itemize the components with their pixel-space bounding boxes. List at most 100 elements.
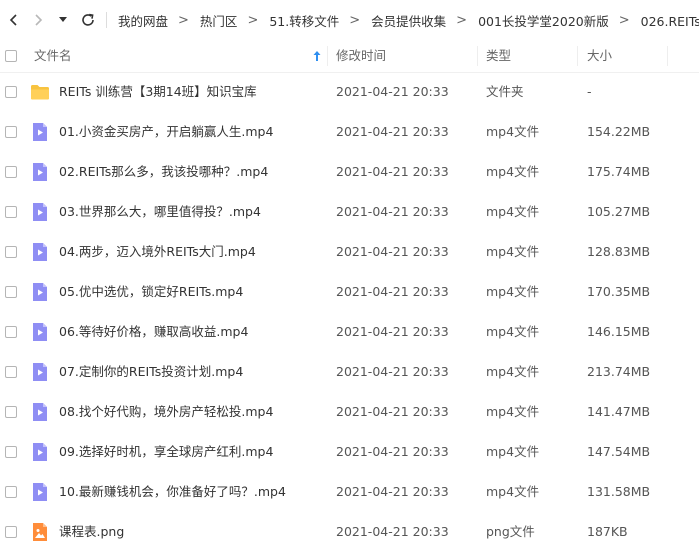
row-checkbox[interactable]: [5, 166, 17, 178]
navigation-bar: 我的网盘 > 热门区 > 51.转移文件 > 会员提供收集 > 001长投学堂2…: [0, 0, 699, 40]
breadcrumb-separator: >: [618, 12, 630, 28]
file-row[interactable]: REITs 训练营【3期14班】知识宝库 2021-04-21 20:33 文件…: [0, 72, 699, 112]
file-name[interactable]: 01.小资金买房产，开启躺赢人生.mp4: [59, 112, 273, 152]
file-modified-time: 2021-04-21 20:33: [336, 124, 449, 139]
file-name[interactable]: 05.优中选优，锁定好REITs.mp4: [59, 272, 243, 312]
file-name[interactable]: 07.定制你的REITs投资计划.mp4: [59, 352, 243, 392]
column-divider[interactable]: [577, 46, 578, 66]
column-divider[interactable]: [327, 46, 328, 66]
file-type: mp4文件: [486, 404, 540, 419]
image-file-icon: [33, 523, 47, 541]
file-type: mp4文件: [486, 204, 540, 219]
file-modified-time: 2021-04-21 20:33: [336, 364, 449, 379]
file-name[interactable]: 课程表.png: [59, 512, 124, 552]
column-header-type[interactable]: 类型: [486, 40, 511, 72]
file-row[interactable]: 04.两步，迈入境外REITs大门.mp4 2021-04-21 20:33 m…: [0, 232, 699, 272]
file-name[interactable]: 03.世界那么大，哪里值得投？.mp4: [59, 192, 261, 232]
sort-ascending-icon[interactable]: [310, 49, 324, 63]
breadcrumb-separator: >: [349, 12, 361, 28]
file-size: 131.58MB: [587, 484, 651, 499]
caret-down-icon: [59, 17, 67, 22]
file-name[interactable]: 08.找个好代购，境外房产轻松投.mp4: [59, 392, 273, 432]
file-row[interactable]: 03.世界那么大，哪里值得投？.mp4 2021-04-21 20:33 mp4…: [0, 192, 699, 232]
column-header-size[interactable]: 大小: [587, 40, 612, 72]
video-file-icon: [33, 403, 47, 421]
row-checkbox[interactable]: [5, 366, 17, 378]
breadcrumb: 我的网盘 > 热门区 > 51.转移文件 > 会员提供收集 > 001长投学堂2…: [118, 0, 699, 40]
column-divider[interactable]: [477, 46, 478, 66]
breadcrumb-item[interactable]: 热门区: [200, 11, 238, 30]
video-file-icon: [33, 123, 47, 141]
file-row[interactable]: 05.优中选优，锁定好REITs.mp4 2021-04-21 20:33 mp…: [0, 272, 699, 312]
video-file-icon: [33, 363, 47, 381]
file-type: mp4文件: [486, 324, 540, 339]
row-checkbox[interactable]: [5, 406, 17, 418]
file-list-header: 文件名 修改时间 类型 大小: [0, 40, 699, 73]
file-size: -: [587, 84, 592, 99]
file-row[interactable]: 09.选择好时机，享全球房产红利.mp4 2021-04-21 20:33 mp…: [0, 432, 699, 472]
row-checkbox[interactable]: [5, 486, 17, 498]
breadcrumb-item[interactable]: 51.转移文件: [269, 11, 339, 30]
column-header-modified[interactable]: 修改时间: [336, 40, 386, 72]
breadcrumb-item-current[interactable]: 026.REITs投资训练营2: [641, 11, 699, 30]
file-row[interactable]: 08.找个好代购，境外房产轻松投.mp4 2021-04-21 20:33 mp…: [0, 392, 699, 432]
file-name[interactable]: 06.等待好价格，赚取高收益.mp4: [59, 312, 248, 352]
forward-button[interactable]: [28, 10, 48, 30]
file-list: REITs 训练营【3期14班】知识宝库 2021-04-21 20:33 文件…: [0, 72, 699, 552]
row-checkbox[interactable]: [5, 446, 17, 458]
file-type: mp4文件: [486, 484, 540, 499]
column-divider[interactable]: [667, 46, 668, 66]
video-file-icon: [33, 283, 47, 301]
file-name[interactable]: 10.最新赚钱机会，你准备好了吗？.mp4: [59, 472, 286, 512]
select-all-checkbox[interactable]: [5, 50, 17, 62]
row-checkbox[interactable]: [5, 86, 17, 98]
file-row[interactable]: 10.最新赚钱机会，你准备好了吗？.mp4 2021-04-21 20:33 m…: [0, 472, 699, 512]
file-name[interactable]: 09.选择好时机，享全球房产红利.mp4: [59, 432, 273, 472]
file-row[interactable]: 07.定制你的REITs投资计划.mp4 2021-04-21 20:33 mp…: [0, 352, 699, 392]
breadcrumb-item[interactable]: 我的网盘: [118, 11, 168, 30]
file-type: mp4文件: [486, 444, 540, 459]
row-checkbox[interactable]: [5, 246, 17, 258]
chevron-left-icon: [9, 14, 17, 26]
file-modified-time: 2021-04-21 20:33: [336, 244, 449, 259]
file-modified-time: 2021-04-21 20:33: [336, 484, 449, 499]
file-type: mp4文件: [486, 244, 540, 259]
file-row[interactable]: 02.REITs那么多，我该投哪种？.mp4 2021-04-21 20:33 …: [0, 152, 699, 192]
file-size: 154.22MB: [587, 124, 651, 139]
breadcrumb-item[interactable]: 001长投学堂2020新版: [478, 11, 609, 30]
row-checkbox[interactable]: [5, 326, 17, 338]
file-row[interactable]: 06.等待好价格，赚取高收益.mp4 2021-04-21 20:33 mp4文…: [0, 312, 699, 352]
refresh-icon: [82, 13, 94, 26]
file-row[interactable]: 01.小资金买房产，开启躺赢人生.mp4 2021-04-21 20:33 mp…: [0, 112, 699, 152]
file-size: 147.54MB: [587, 444, 651, 459]
video-file-icon: [33, 483, 47, 501]
file-type: mp4文件: [486, 364, 540, 379]
video-file-icon: [33, 323, 47, 341]
row-checkbox[interactable]: [5, 206, 17, 218]
refresh-button[interactable]: [78, 10, 98, 30]
row-checkbox[interactable]: [5, 526, 17, 538]
folder-icon: [31, 85, 49, 100]
breadcrumb-item[interactable]: 会员提供收集: [371, 11, 446, 30]
column-header-name[interactable]: 文件名: [34, 40, 72, 72]
file-modified-time: 2021-04-21 20:33: [336, 284, 449, 299]
row-checkbox[interactable]: [5, 286, 17, 298]
file-name[interactable]: REITs 训练营【3期14班】知识宝库: [59, 72, 257, 112]
back-button[interactable]: [4, 10, 24, 30]
chevron-right-icon: [35, 14, 43, 26]
file-name[interactable]: 02.REITs那么多，我该投哪种？.mp4: [59, 152, 268, 192]
file-browser: 我的网盘 > 热门区 > 51.转移文件 > 会员提供收集 > 001长投学堂2…: [0, 0, 699, 559]
file-size: 170.35MB: [587, 284, 651, 299]
breadcrumb-separator: >: [456, 12, 468, 28]
file-type: png文件: [486, 524, 535, 539]
video-file-icon: [33, 443, 47, 461]
file-type: mp4文件: [486, 284, 540, 299]
file-name[interactable]: 04.两步，迈入境外REITs大门.mp4: [59, 232, 256, 272]
file-size: 146.15MB: [587, 324, 651, 339]
row-checkbox[interactable]: [5, 126, 17, 138]
file-size: 105.27MB: [587, 204, 651, 219]
file-size: 187KB: [587, 524, 628, 539]
history-dropdown-button[interactable]: [56, 10, 70, 30]
file-row[interactable]: 课程表.png 2021-04-21 20:33 png文件 187KB: [0, 512, 699, 552]
video-file-icon: [33, 163, 47, 181]
